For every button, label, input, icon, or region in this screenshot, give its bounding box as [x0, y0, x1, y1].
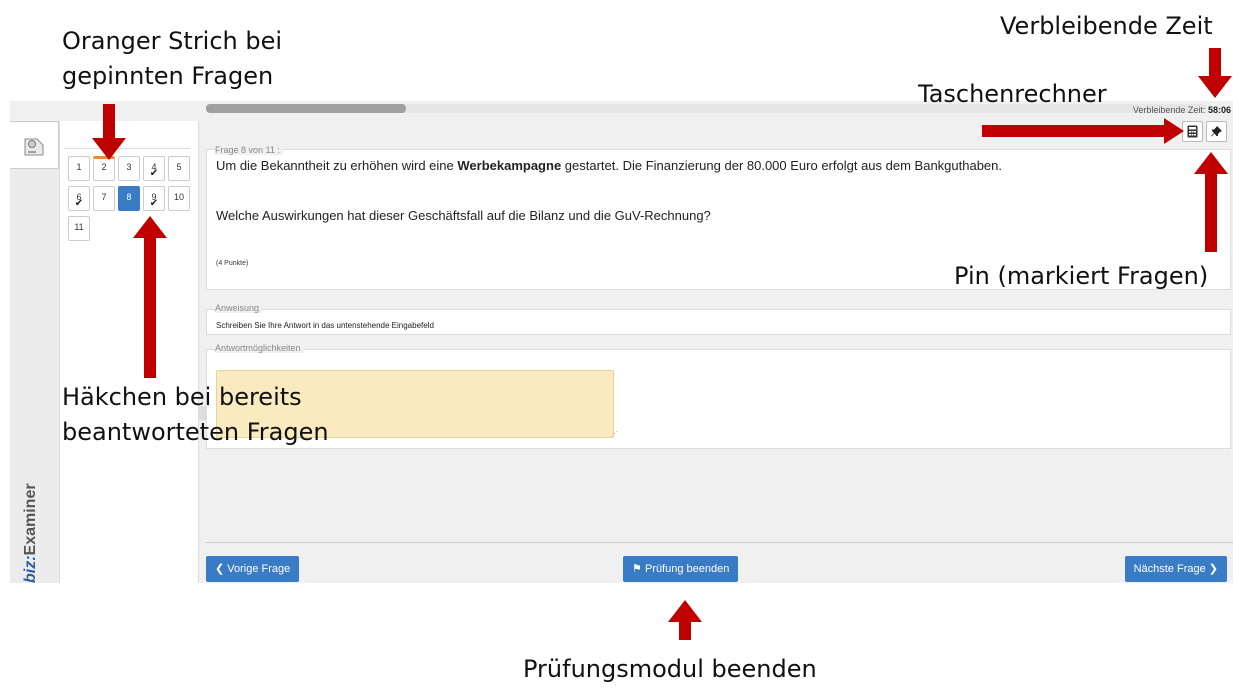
question-overview-tab[interactable] — [10, 121, 59, 169]
answered-check-icon: ✔ — [149, 198, 159, 209]
question-button[interactable]: 9 ✔ — [143, 186, 165, 211]
question-button[interactable]: 4 ✔ — [143, 156, 165, 181]
instruction-panel: Anweisung Schreiben Sie Ihre Antwort in … — [206, 303, 1231, 335]
pin-icon — [1211, 126, 1222, 137]
annotation-pinned-line-1: Oranger Strich bei — [62, 27, 283, 55]
flag-icon: ⚑ — [632, 563, 642, 575]
finish-label: Prüfung beenden — [644, 563, 730, 575]
timer-value: 58:06 — [1207, 105, 1231, 115]
navigator-divider — [64, 148, 190, 149]
question-number: 2 — [101, 162, 107, 172]
question-points: (4 Punkte) — [216, 260, 249, 267]
remaining-time: Verbleibende Zeit: 58:06 — [1133, 105, 1231, 115]
annotation-pinned-line: Oranger Strich bei gepinnten Fragen — [62, 24, 282, 94]
answer-legend: Antwortmöglichkeiten — [215, 343, 304, 353]
next-label: Nächste Frage — [1133, 563, 1206, 575]
calculator-button[interactable] — [1182, 121, 1203, 142]
question-button[interactable]: 1 — [68, 156, 90, 181]
question-text-start: Um die Bekanntheit zu erhöhen wird eine — [216, 158, 458, 173]
question-button[interactable]: 5 — [168, 156, 190, 181]
question-navigator: 1 2 3 4 ✔ 5 6 ✔ 7 8 9 ✔ 10 11 — [60, 121, 199, 583]
question-text: Um die Bekanntheit zu erhöhen wird eine … — [216, 158, 1002, 173]
next-question-button[interactable]: Nächste Frage ❯ — [1124, 556, 1227, 582]
brand-logo: biz:Examiner — [22, 483, 40, 583]
question-text-bold: Werbekampagne — [457, 158, 562, 173]
annotation-calculator: Taschenrechner — [918, 80, 1107, 108]
finish-exam-button[interactable]: ⚑ Prüfung beenden — [623, 556, 739, 582]
question-legend: Frage 8 von 11 : — [215, 145, 283, 155]
timer-label: Verbleibende Zeit: — [1132, 105, 1206, 115]
chevron-left-icon: ❮ — [215, 563, 225, 575]
chevron-right-icon: ❯ — [1208, 563, 1218, 575]
calculator-icon — [1187, 125, 1198, 138]
annotation-remaining-time: Verbleibende Zeit — [1000, 12, 1213, 40]
answer-panel: Antwortmöglichkeiten ⋰ — [206, 343, 1231, 449]
question-button[interactable]: 11 — [68, 216, 90, 241]
question-number: 5 — [176, 162, 182, 172]
annotation-pin: Pin (markiert Fragen) — [954, 262, 1209, 290]
question-button[interactable]: 7 — [93, 186, 115, 211]
progress-bar-fill — [206, 104, 406, 113]
previous-question-button[interactable]: ❮ Vorige Frage — [206, 556, 300, 582]
question-number: 1 — [76, 162, 82, 172]
question-number: 8 — [126, 192, 132, 202]
instruction-text: Schreiben Sie Ihre Antwort in das untens… — [216, 321, 434, 330]
resize-grip-icon[interactable]: ⋰ — [611, 430, 618, 438]
question-prompt: Welche Auswirkungen hat dieser Geschäfts… — [216, 208, 711, 223]
brand-name: Examiner — [22, 483, 39, 556]
annotation-answered-check: Häkchen bei bereits beantworteten Fragen — [62, 380, 329, 450]
question-number: 11 — [74, 222, 84, 232]
annotation-answered-check-1: Häkchen bei bereits — [62, 383, 302, 411]
answered-check-icon: ✔ — [149, 168, 159, 179]
overview-icon — [24, 138, 44, 156]
left-rail: biz:Examiner — [10, 121, 60, 583]
question-number: 7 — [101, 192, 107, 202]
annotation-end-module: Prüfungsmodul beenden — [523, 655, 817, 683]
answered-check-icon: ✔ — [74, 198, 84, 209]
footer-divider — [206, 542, 1233, 543]
question-number: 3 — [126, 162, 132, 172]
question-button[interactable]: 6 ✔ — [68, 186, 90, 211]
question-text-end: gestartet. Die Finanzierung der 80.000 E… — [561, 158, 1003, 173]
annotation-pinned-line-2: gepinnten Fragen — [62, 62, 274, 90]
brand-prefix: biz: — [22, 555, 39, 583]
question-button[interactable]: 8 — [118, 186, 140, 211]
previous-label: Vorige Frage — [227, 563, 291, 575]
instruction-legend: Anweisung — [215, 303, 263, 313]
question-number: 10 — [173, 192, 184, 202]
question-button[interactable]: 10 — [168, 186, 190, 211]
exam-app: Verbleibende Zeit: 58:06 biz:Examiner 1 2… — [10, 101, 1233, 583]
question-area: Frage 8 von 11 : Um die Bekanntheit zu e… — [206, 121, 1233, 583]
pin-button[interactable] — [1206, 121, 1227, 142]
annotation-answered-check-2: beantworteten Fragen — [62, 418, 329, 446]
